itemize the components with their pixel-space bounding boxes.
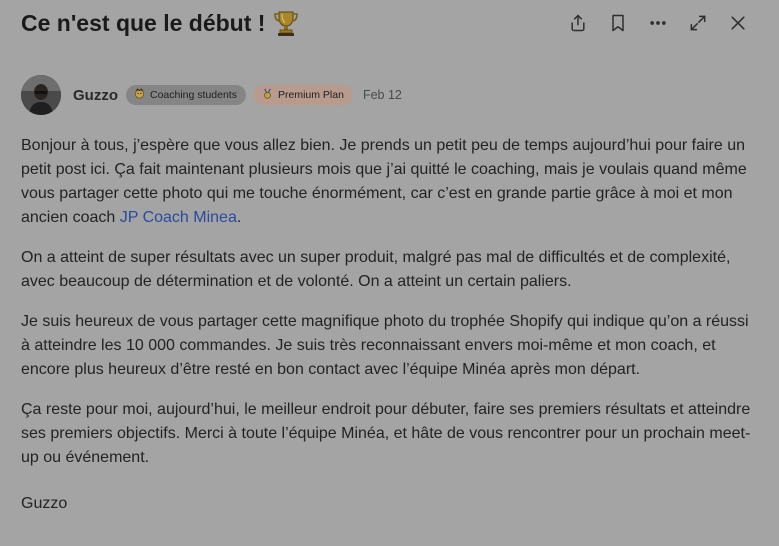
coaching-badge-label: Coaching students: [150, 89, 237, 101]
avatar[interactable]: [21, 75, 61, 115]
post-date: Feb 12: [362, 88, 402, 102]
paragraph-3: Je suis heureux de vous partager cette m…: [21, 313, 749, 378]
post-title: Ce n'est que le début !: [21, 9, 266, 36]
author-row: Guzzo Coaching students Premium Plan Feb…: [21, 75, 402, 115]
coach-link[interactable]: JP Coach Minea: [120, 209, 237, 226]
bookmark-icon[interactable]: [598, 6, 638, 40]
signature: Guzzo: [21, 495, 68, 512]
coaching-badge-icon: [134, 88, 145, 102]
author-name[interactable]: Guzzo: [73, 87, 118, 104]
expand-icon[interactable]: [678, 6, 718, 40]
post-body: Bonjour à tous, j’espère que vous allez …: [21, 134, 761, 532]
header-actions: [558, 6, 758, 40]
paragraph-2: On a atteint de super résultats avec un …: [21, 249, 731, 290]
share-icon[interactable]: [558, 6, 598, 40]
premium-badge-label: Premium Plan: [277, 89, 344, 101]
paragraph-1-end: .: [236, 209, 242, 226]
post-modal: Ce n'est que le début ! Guzzo Coaching s…: [0, 0, 779, 546]
post-header: Ce n'est que le début !: [21, 6, 758, 40]
close-icon[interactable]: [718, 6, 758, 40]
trophy-icon: [273, 9, 299, 37]
coaching-students-badge: Coaching students: [126, 85, 246, 105]
paragraph-1: Bonjour à tous, j’espère que vous allez …: [21, 134, 761, 230]
post-title-row: Ce n'est que le début !: [21, 9, 299, 37]
premium-plan-badge: Premium Plan: [253, 85, 353, 105]
more-icon[interactable]: [638, 6, 678, 40]
premium-badge-icon: [262, 88, 273, 102]
paragraph-4: Ça reste pour moi, aujourd’hui, le meill…: [21, 401, 751, 466]
